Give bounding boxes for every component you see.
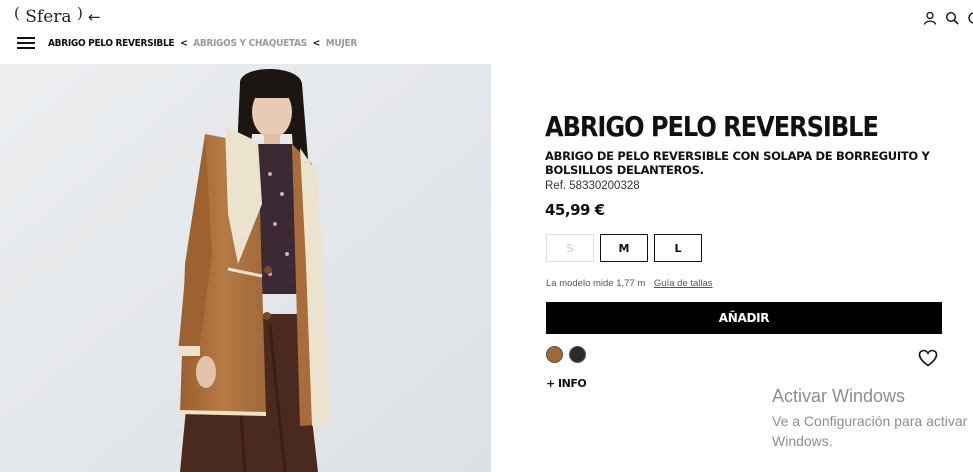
- breadcrumb-separator: <: [312, 38, 321, 49]
- size-guide-link[interactable]: Guía de tallas: [654, 278, 713, 289]
- product-title: ABRIGO PELO REVERSIBLE: [545, 110, 879, 143]
- watermark-line: Windows.: [772, 433, 833, 449]
- cart-icon[interactable]: [967, 11, 973, 25]
- logo-text: Sfera: [25, 7, 72, 27]
- product-ref: Ref. 58330200328: [545, 180, 640, 192]
- menu-icon[interactable]: [17, 37, 35, 49]
- breadcrumb-item-abrigos[interactable]: ABRIGOS Y CHAQUETAS: [193, 38, 307, 49]
- user-icon[interactable]: [923, 11, 937, 25]
- search-icon[interactable]: [945, 11, 959, 25]
- size-button-l[interactable]: L: [654, 234, 702, 262]
- color-swatches: [546, 346, 586, 363]
- breadcrumb-item-mujer[interactable]: MUJER: [326, 38, 357, 49]
- breadcrumb: ABRIGO PELO REVERSIBLE < ABRIGOS Y CHAQU…: [48, 38, 357, 49]
- product-description: ABRIGO DE PELO REVERSIBLE CON SOLAPA DE …: [545, 149, 930, 177]
- breadcrumb-separator: <: [180, 38, 188, 49]
- windows-activation-watermark: Activar Windows Ve a Configuración para …: [772, 386, 967, 451]
- model-height-text: La modelo mide 1,77 m: [546, 278, 646, 289]
- logo[interactable]: ( Sfera ): [14, 4, 83, 27]
- breadcrumb-current: ABRIGO PELO REVERSIBLE: [48, 38, 175, 49]
- more-info-link[interactable]: + INFO: [546, 377, 587, 390]
- color-swatch-black[interactable]: [569, 346, 586, 363]
- wishlist-heart-icon[interactable]: [918, 349, 938, 367]
- product-image[interactable]: [0, 64, 491, 472]
- size-button-m[interactable]: M: [600, 234, 648, 262]
- logo-paren-left: (: [14, 4, 20, 22]
- product-price: 45,99 €: [545, 201, 605, 219]
- add-to-cart-button[interactable]: AÑADIR: [546, 302, 942, 334]
- size-selector: S M L: [546, 234, 702, 262]
- back-arrow-icon[interactable]: ←: [88, 8, 101, 26]
- watermark-line: Ve a Configuración para activar: [772, 413, 968, 429]
- size-button-s[interactable]: S: [546, 234, 594, 262]
- logo-paren-right: ): [76, 4, 83, 22]
- watermark-title: Activar Windows: [772, 386, 906, 406]
- product-photo: [0, 64, 491, 472]
- model-info: La modelo mide 1,77 m Guía de tallas: [546, 278, 713, 289]
- color-swatch-camel[interactable]: [546, 346, 563, 363]
- header-icons: [923, 11, 973, 25]
